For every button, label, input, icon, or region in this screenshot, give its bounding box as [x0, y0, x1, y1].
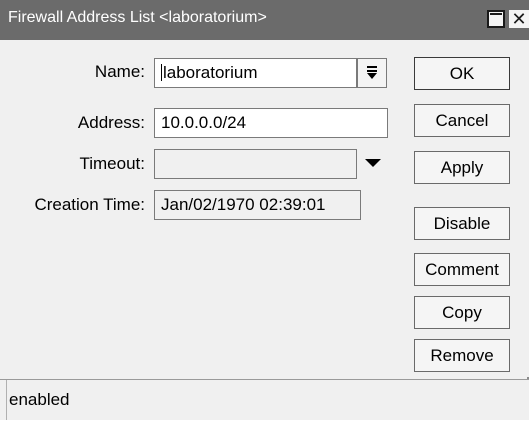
apply-button[interactable]: Apply: [414, 151, 510, 184]
firewall-address-window: Firewall Address List <laboratorium> ✕ N…: [0, 0, 529, 420]
close-icon[interactable]: ✕: [509, 10, 529, 28]
status-text: enabled: [6, 380, 521, 420]
expand-down-icon: [367, 66, 377, 79]
window-title: Firewall Address List <laboratorium>: [8, 9, 267, 26]
creation-time-label: Creation Time:: [34, 195, 145, 214]
name-field[interactable]: laboratorium: [154, 58, 357, 88]
remove-button[interactable]: Remove: [414, 339, 510, 372]
comment-button[interactable]: Comment: [414, 253, 510, 286]
timeout-dropdown-arrow-icon[interactable]: [365, 159, 381, 167]
copy-button[interactable]: Copy: [414, 296, 510, 329]
title-bar[interactable]: Firewall Address List <laboratorium> ✕: [0, 0, 529, 40]
timeout-field[interactable]: [154, 149, 357, 179]
creation-time-field: Jan/02/1970 02:39:01: [154, 190, 361, 220]
maximize-icon[interactable]: [487, 10, 505, 28]
creation-time-value: Jan/02/1970 02:39:01: [161, 195, 326, 214]
cancel-button[interactable]: Cancel: [414, 104, 510, 137]
text-cursor: [161, 64, 162, 81]
name-label: Name:: [94, 62, 145, 81]
address-label: Address:: [77, 113, 145, 132]
ok-button[interactable]: OK: [414, 57, 510, 90]
status-bar: enabled: [0, 379, 529, 420]
timeout-label: Timeout:: [79, 154, 145, 173]
form-area: Name: laboratorium Address: 10.0.0.0/24 …: [0, 40, 529, 377]
disable-button[interactable]: Disable: [414, 207, 510, 240]
name-dropdown-button[interactable]: [357, 58, 387, 88]
address-field[interactable]: 10.0.0.0/24: [154, 108, 388, 138]
name-value: laboratorium: [163, 63, 258, 82]
address-value: 10.0.0.0/24: [161, 113, 247, 132]
